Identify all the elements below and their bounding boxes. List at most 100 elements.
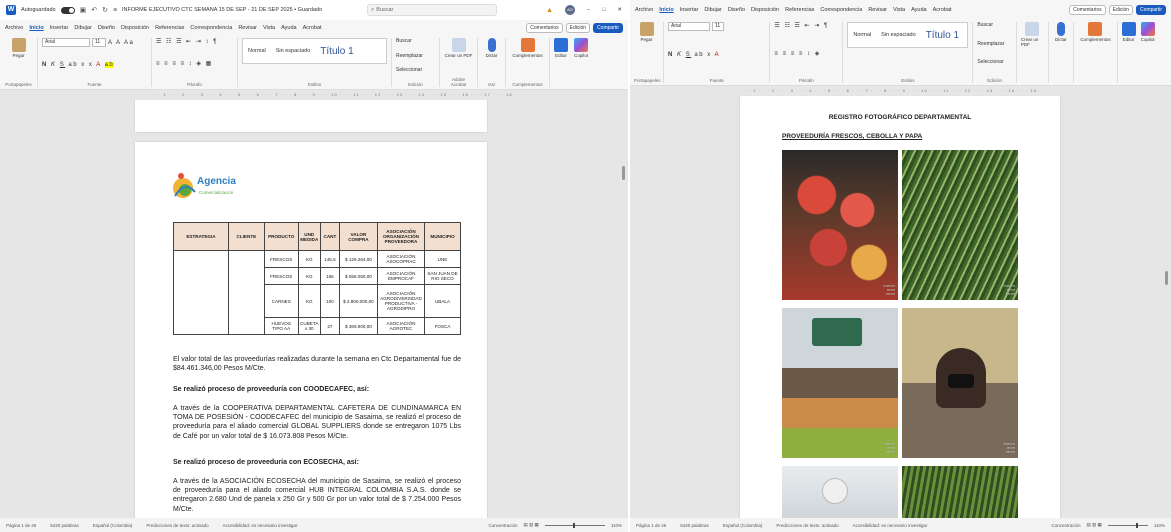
view-icons[interactable]: ▤ ▥ ▦ [524,522,539,528]
customize-qat-icon[interactable]: ≡ [113,7,117,14]
align-buttons[interactable]: ≡ ≡ ≡ ≡ ↕ ◈ [774,50,838,57]
align-buttons[interactable]: ≡ ≡ ≡ ≡ ↕ ◈ ▦ [156,60,233,67]
tab-archivo[interactable]: Archivo [635,7,653,13]
text-predictions[interactable]: Predicciones de texto: activado [146,523,208,528]
zoom-level[interactable]: 110% [1154,523,1165,528]
paste-button[interactable]: Pegar [4,38,33,58]
copilot-button[interactable]: Copilot [574,38,588,58]
close-button[interactable]: ✕ [617,7,622,13]
editor-button[interactable]: Editor [1121,22,1136,42]
font-name-select[interactable]: Arial [42,38,90,47]
tab-insertar[interactable]: Insertar [50,25,69,31]
style-no-spacing[interactable]: Sin espaciado [876,32,921,38]
minimize-button[interactable]: – [587,7,590,13]
document-area[interactable]: Agencia Comercialización ESTRATEGIA CLIE… [0,100,628,518]
share-button[interactable]: Compartir [1136,5,1166,15]
addins-button[interactable]: Complementos [510,38,545,58]
save-icon[interactable]: ▣ [80,6,87,14]
horizontal-ruler[interactable]: · · · 1 · · · 2 · · · 3 · · · 4 · · · 5 … [0,90,628,100]
create-pdf-button[interactable]: Crear un PDF [444,38,473,58]
focus-button[interactable]: Concentración [489,523,518,528]
tab-inicio[interactable]: Inicio [659,7,673,13]
copilot-button[interactable]: Copilot [1140,22,1155,42]
accessibility-status[interactable]: Accesibilidad: es necesario investigar [853,523,928,528]
replace-button[interactable]: Reemplazar [977,41,1011,47]
tab-disposicion[interactable]: Disposición [121,25,149,31]
comments-button[interactable]: Comentarios [1069,5,1106,15]
font-size-select[interactable]: 11 [712,22,724,31]
autosave-toggle[interactable] [60,6,75,14]
language-status[interactable]: Español (Colombia) [93,523,133,528]
font-format-buttons[interactable]: N K S ab x x A ab [42,61,147,68]
font-size-controls[interactable]: A A Aa [108,40,134,46]
undo-icon[interactable]: ↶ [91,6,97,14]
tab-referencias[interactable]: Referencias [785,7,814,13]
tab-acrobat[interactable]: Acrobat [933,7,952,13]
tab-archivo[interactable]: Archivo [5,25,23,31]
style-title1[interactable]: Título 1 [315,46,358,57]
tab-inicio[interactable]: Inicio [29,25,43,31]
tab-referencias[interactable]: Referencias [155,25,184,31]
zoom-level[interactable]: 110% [611,523,622,528]
list-buttons[interactable]: ☰ ☷ ☰ ⇤ ⇥ ↕ ¶ [156,38,233,45]
styles-gallery[interactable]: Normal Sin espaciado Título 1 [242,38,387,64]
comments-button[interactable]: Comentarios [526,23,563,33]
style-title1[interactable]: Título 1 [921,30,964,41]
page-count[interactable]: Página 1 de 46 [636,523,666,528]
replace-button[interactable]: Reemplazar [396,53,435,59]
word-count[interactable]: 5420 palabras [680,523,709,528]
editor-button[interactable]: Editor [554,38,568,58]
tab-ayuda[interactable]: Ayuda [281,25,297,31]
style-normal[interactable]: Normal [243,48,271,54]
tab-revisar[interactable]: Revisar [868,7,887,13]
find-button[interactable]: Buscar [977,22,1011,28]
zoom-slider[interactable] [544,522,605,528]
font-size-select[interactable]: 11 [92,38,106,47]
zoom-slider[interactable] [1107,522,1148,528]
share-button[interactable]: Compartir [593,23,623,33]
tab-ayuda[interactable]: Ayuda [911,7,927,13]
styles-gallery[interactable]: Normal Sin espaciado Título 1 [847,22,969,48]
font-format-buttons[interactable]: N K S ab x A [668,52,765,58]
dictate-button[interactable]: Dictar [1053,22,1070,42]
paste-button[interactable]: Pegar [634,22,659,42]
document-area[interactable]: REGISTRO FOTOGRÁFICO DEPARTAMENTAL PROVE… [630,96,1171,518]
restore-button[interactable]: □ [602,7,605,13]
select-button[interactable]: Seleccionar [977,59,1011,65]
word-app-icon[interactable]: W [6,5,16,15]
text-predictions[interactable]: Predicciones de texto: activado [776,523,838,528]
tab-acrobat[interactable]: Acrobat [303,25,322,31]
create-pdf-button[interactable]: Crear un PDF [1021,22,1044,47]
addins-button[interactable]: Complementos [1078,22,1112,42]
edit-mode-button[interactable]: Edición [1108,5,1134,15]
tab-revisar[interactable]: Revisar [238,25,257,31]
warning-icon[interactable]: ▲ [546,7,553,14]
style-no-spacing[interactable]: Sin espaciado [271,48,316,54]
view-icons[interactable]: ▤ ▥ ▦ [1087,522,1102,528]
tab-diseno[interactable]: Diseño [98,25,115,31]
focus-button[interactable]: Concentración [1052,523,1081,528]
page-count[interactable]: Página 1 de 46 [6,523,36,528]
tab-diseno[interactable]: Diseño [728,7,745,13]
dictate-button[interactable]: Dictar [482,38,501,58]
tab-insertar[interactable]: Insertar [680,7,699,13]
redo-icon[interactable]: ↻ [102,6,108,14]
tab-correspondencia[interactable]: Correspondencia [190,25,232,31]
tab-vista[interactable]: Vista [263,25,275,31]
edit-mode-button[interactable]: Edición [565,23,591,33]
vertical-scrollbar-thumb[interactable] [1165,271,1168,285]
style-normal[interactable]: Normal [848,32,876,38]
search-input[interactable]: ⌕ Buscar [367,4,498,16]
tab-disposicion[interactable]: Disposición [751,7,779,13]
font-name-select[interactable]: Arial [668,22,710,31]
document-title[interactable]: INFORME EJECUTIVO CTC SEMANA 15 DE SEP -… [122,7,322,13]
tab-dibujar[interactable]: Dibujar [74,25,91,31]
select-button[interactable]: Seleccionar [396,67,435,73]
accessibility-status[interactable]: Accesibilidad: es necesario investigar [223,523,298,528]
language-status[interactable]: Español (Colombia) [723,523,763,528]
tab-correspondencia[interactable]: Correspondencia [820,7,862,13]
word-count[interactable]: 5420 palabras [50,523,79,528]
vertical-scrollbar-thumb[interactable] [622,166,625,180]
tab-dibujar[interactable]: Dibujar [704,7,721,13]
find-button[interactable]: Buscar [396,38,435,44]
